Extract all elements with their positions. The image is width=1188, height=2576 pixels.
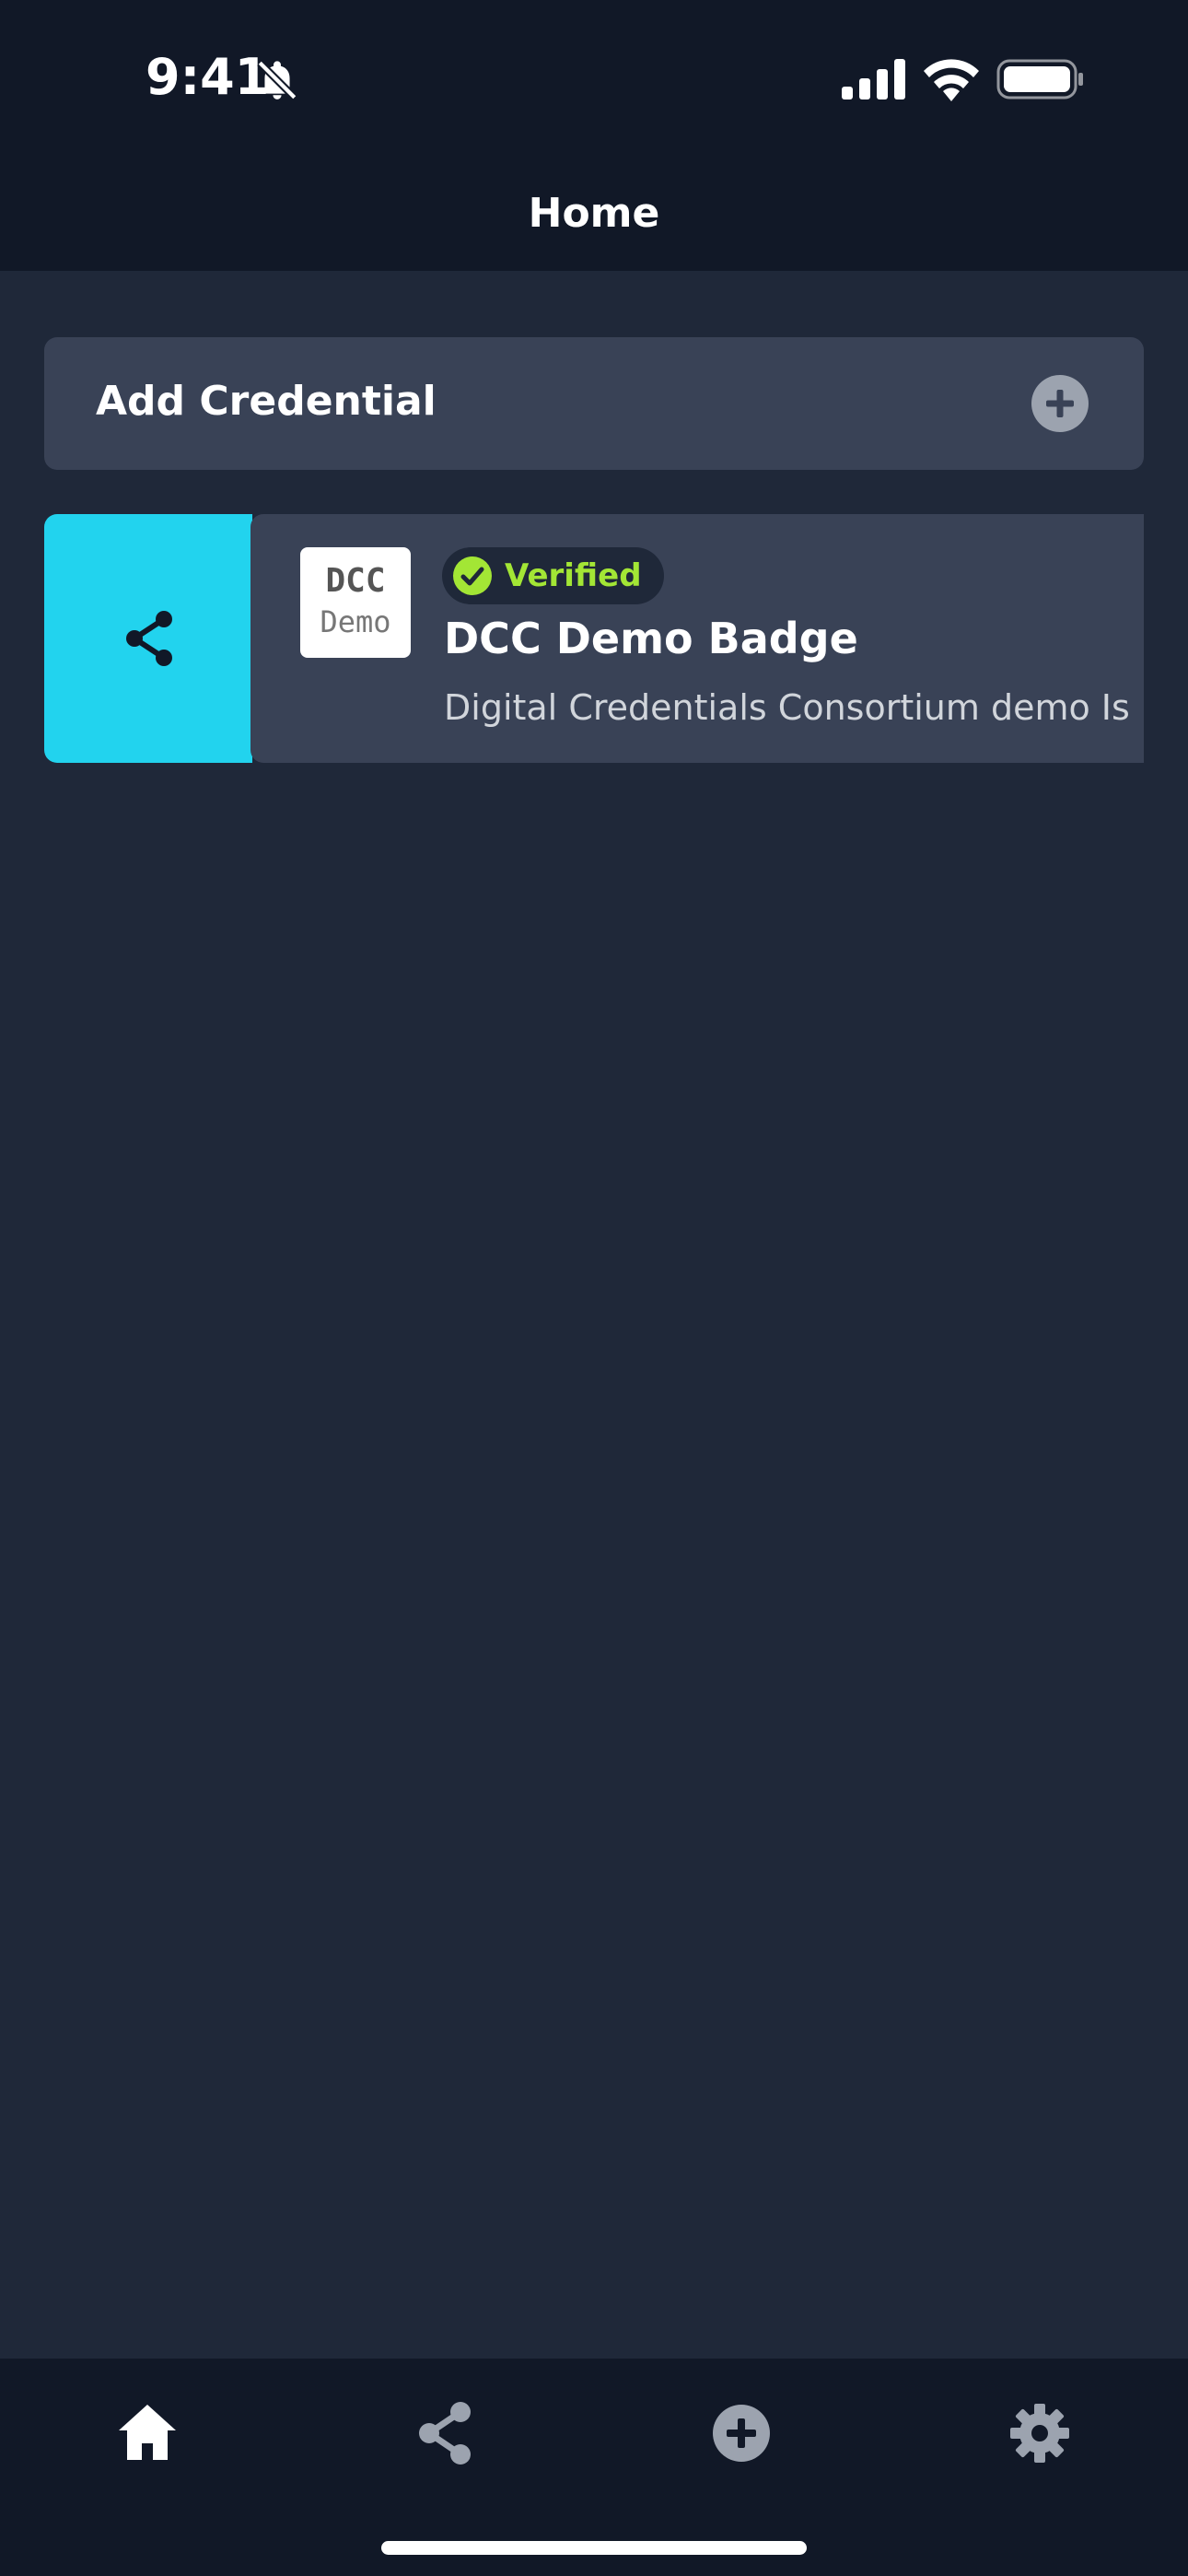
check-circle-icon [453,556,492,595]
home-screen: 9:41 Home Add Credential DCC Demo Verifi… [0,0,1188,2576]
credential-row: DCC Demo Verified DCC Demo Badge Digital… [44,514,1144,763]
home-icon [119,2405,176,2460]
home-indicator[interactable] [381,2541,807,2555]
bell-slash-icon [257,60,297,100]
credential-title: DCC Demo Badge [444,614,858,663]
credential-logo: DCC Demo [300,547,411,658]
plus-circle-icon [1031,375,1089,432]
tab-add[interactable] [700,2392,783,2475]
tab-settings[interactable] [998,2392,1081,2475]
wifi-icon [924,59,979,101]
status-time: 9:41 [146,48,270,106]
gear-icon [1010,2404,1069,2463]
tab-share[interactable] [403,2392,486,2475]
share-icon [126,611,172,666]
signal-icon [842,59,905,100]
plus-circle-icon [713,2405,770,2462]
verified-label: Verified [505,557,642,594]
page-title: Home [528,190,660,237]
add-credential-button[interactable]: Add Credential [44,337,1144,470]
logo-text-bottom: Demo [320,604,391,639]
share-swipe-action[interactable] [44,514,252,763]
top-bar: 9:41 Home [0,0,1188,271]
battery-icon [996,59,1083,100]
add-credential-label: Add Credential [96,378,437,425]
tab-home[interactable] [106,2392,189,2475]
credential-card[interactable]: DCC Demo Verified DCC Demo Badge Digital… [250,514,1144,763]
credential-issuer: Digital Credentials Consortium demo Is [444,687,1130,728]
verified-badge: Verified [442,547,664,604]
share-icon [419,2402,471,2465]
logo-text-top: DCC [325,562,386,600]
